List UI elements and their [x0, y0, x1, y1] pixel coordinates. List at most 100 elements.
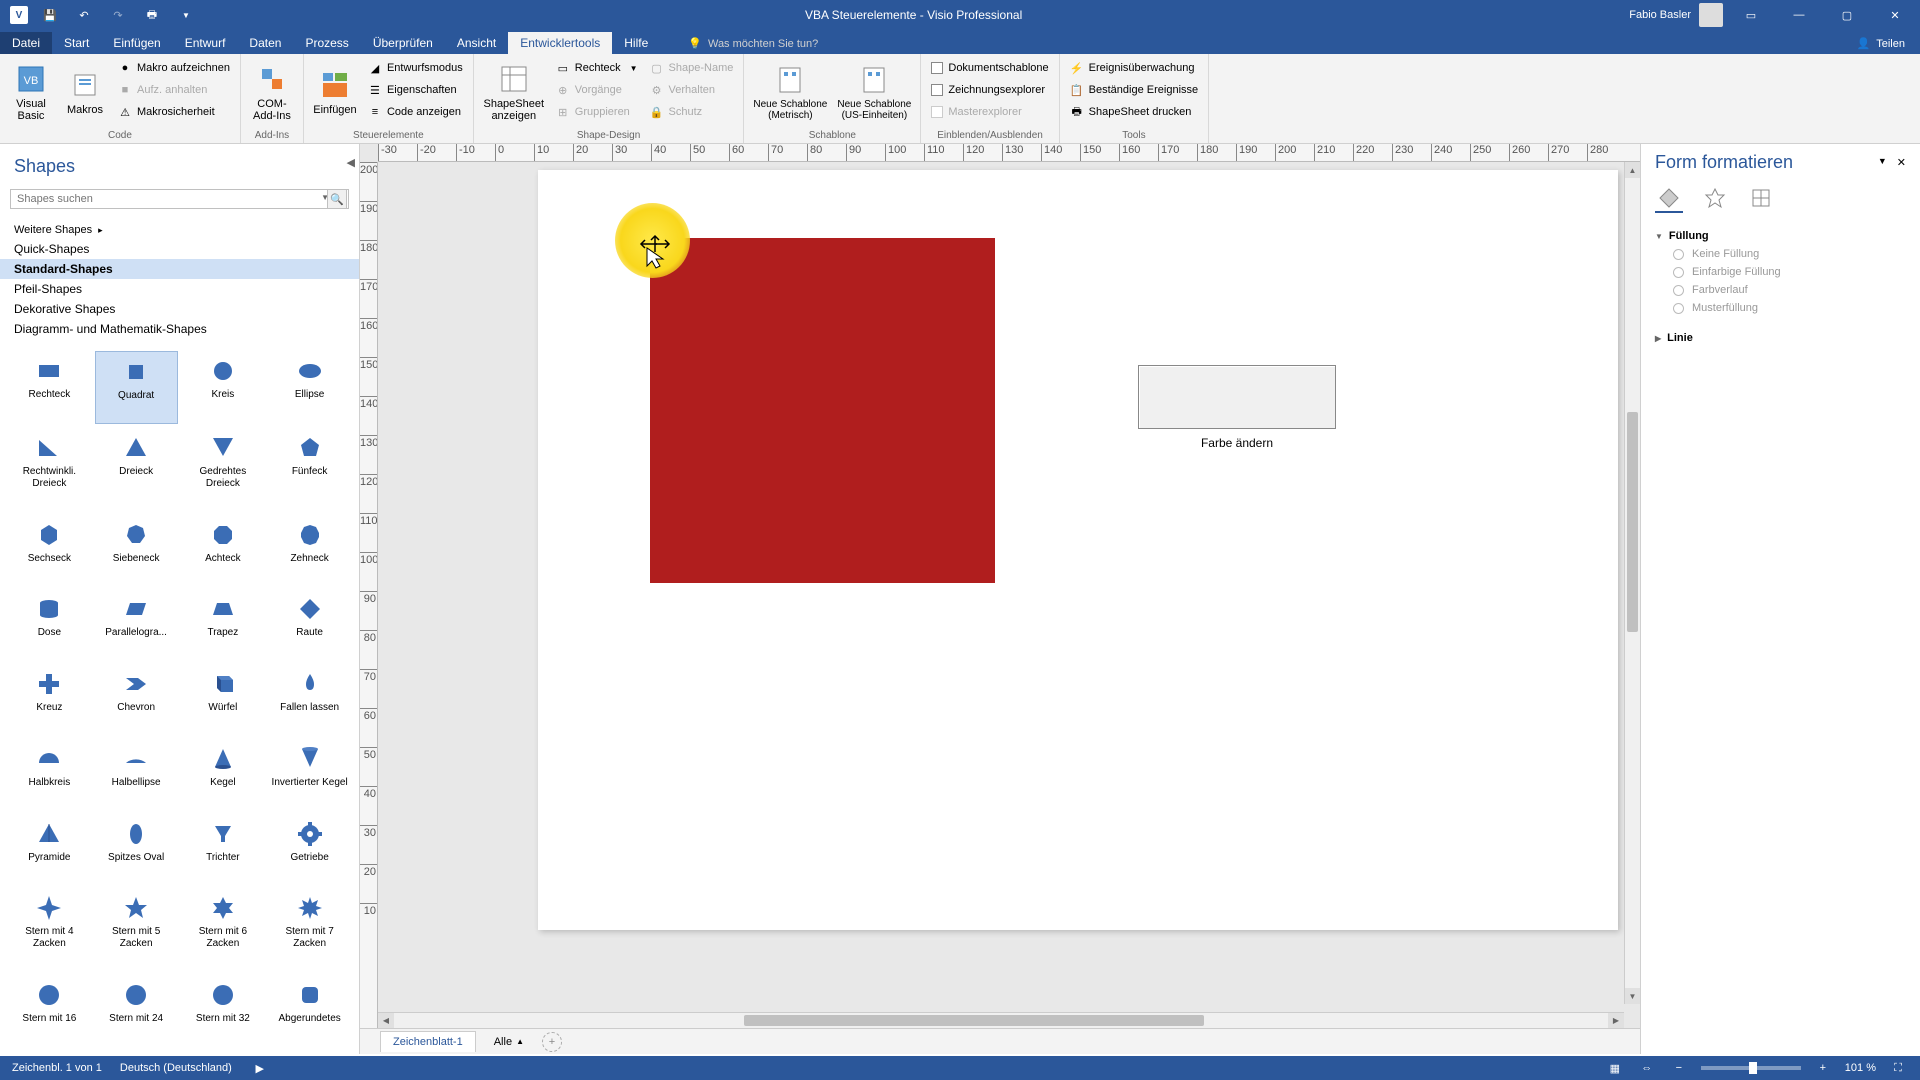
bestandige-button[interactable]: 📋Beständige Ereignisse	[1066, 80, 1202, 100]
horizontal-scrollbar[interactable]: ◀ ▶	[378, 1012, 1624, 1028]
close-button[interactable]: ✕	[1875, 0, 1915, 30]
shape-item-halbkreis[interactable]: Halbkreis	[8, 739, 91, 810]
cat-quick-shapes[interactable]: Quick-Shapes	[0, 239, 359, 259]
user-name[interactable]: Fabio Basler	[1629, 9, 1691, 21]
maximize-button[interactable]: ▢	[1827, 0, 1867, 30]
neue-schablone-metrisch-button[interactable]: Neue Schablone (Metrisch)	[750, 58, 830, 126]
tab-entwicklertools[interactable]: Entwicklertools	[508, 32, 612, 54]
zeichnungsexplorer-check[interactable]: Zeichnungsexplorer	[927, 80, 1052, 100]
shape-item-ellipse[interactable]: Ellipse	[268, 351, 351, 424]
shape-item-achteck[interactable]: Achteck	[182, 515, 265, 586]
vertical-scrollbar[interactable]: ▲ ▼	[1624, 162, 1640, 1004]
shape-item-halbellipse[interactable]: Halbellipse	[95, 739, 178, 810]
ereignis-button[interactable]: ⚡Ereignisüberwachung	[1066, 58, 1202, 78]
shape-item-getriebe[interactable]: Getriebe	[268, 814, 351, 885]
effects-tab[interactable]	[1701, 185, 1729, 213]
tab-entwurf[interactable]: Entwurf	[173, 32, 238, 54]
shape-item-trapez[interactable]: Trapez	[182, 589, 265, 660]
eigenschaften-button[interactable]: ☰Eigenschaften	[364, 80, 467, 100]
shape-item-trichter[interactable]: Trichter	[182, 814, 265, 885]
shape-item-fallen-lassen[interactable]: Fallen lassen	[268, 664, 351, 735]
shape-item-stern-mit-5-zacken[interactable]: Stern mit 5 Zacken	[95, 888, 178, 971]
shape-item-kegel[interactable]: Kegel	[182, 739, 265, 810]
shapesheet-drucken-button[interactable]: 🖶ShapeSheet drucken	[1066, 102, 1202, 122]
scroll-right-button[interactable]: ▶	[1608, 1013, 1624, 1028]
red-square-shape[interactable]	[650, 238, 995, 583]
tab-ueberpruefen[interactable]: Überprüfen	[361, 32, 445, 54]
presentation-mode-button[interactable]: ▦	[1605, 1058, 1625, 1078]
neue-schablone-us-button[interactable]: Neue Schablone (US-Einheiten)	[834, 58, 914, 126]
add-page-button[interactable]: +	[542, 1032, 562, 1052]
tab-hilfe[interactable]: Hilfe	[612, 32, 660, 54]
shape-item-stern-mit-16[interactable]: Stern mit 16	[8, 975, 91, 1046]
shape-item-parallelogra---[interactable]: Parallelogra...	[95, 589, 178, 660]
shape-item-gedrehtes-dreieck[interactable]: Gedrehtes Dreieck	[182, 428, 265, 511]
cat-pfeil-shapes[interactable]: Pfeil-Shapes	[0, 279, 359, 299]
user-avatar[interactable]	[1699, 3, 1723, 27]
macro-record-status[interactable]: ▶	[250, 1058, 270, 1078]
tell-me-search[interactable]: 💡 Was möchten Sie tun?	[680, 33, 826, 54]
cat-dekorative-shapes[interactable]: Dekorative Shapes	[0, 299, 359, 319]
shape-item-dose[interactable]: Dose	[8, 589, 91, 660]
collapse-panel-button[interactable]: ◀	[347, 156, 355, 169]
drawing-canvas[interactable]: Farbe ändern ▲ ▼	[378, 162, 1640, 1028]
shape-item-invertierter-kegel[interactable]: Invertierter Kegel	[268, 739, 351, 810]
page-tab-1[interactable]: Zeichenblatt-1	[380, 1031, 476, 1052]
scroll-left-button[interactable]: ◀	[378, 1013, 394, 1028]
scroll-up-button[interactable]: ▲	[1625, 162, 1640, 178]
shape-item-siebeneck[interactable]: Siebeneck	[95, 515, 178, 586]
makrosicherheit-button[interactable]: ⚠Makrosicherheit	[114, 102, 234, 122]
zoom-level[interactable]: 101 %	[1845, 1062, 1876, 1074]
tab-datei[interactable]: Datei	[0, 32, 52, 54]
redo-button[interactable]: ↷	[106, 3, 130, 27]
shape-item-spitzes-oval[interactable]: Spitzes Oval	[95, 814, 178, 885]
shape-item-kreuz[interactable]: Kreuz	[8, 664, 91, 735]
cat-weitere-shapes[interactable]: Weitere Shapes▸	[0, 221, 359, 239]
zoom-in-button[interactable]: +	[1813, 1058, 1833, 1078]
line-section-header[interactable]: ▶Linie	[1655, 329, 1906, 347]
shape-item-stern-mit-4-zacken[interactable]: Stern mit 4 Zacken	[8, 888, 91, 971]
cat-standard-shapes[interactable]: Standard-Shapes	[0, 259, 359, 279]
shape-item-chevron[interactable]: Chevron	[95, 664, 178, 735]
shape-item-stern-mit-6-zacken[interactable]: Stern mit 6 Zacken	[182, 888, 265, 971]
scroll-down-button[interactable]: ▼	[1625, 988, 1640, 1004]
qat-dropdown[interactable]: ▼	[174, 3, 198, 27]
language-status[interactable]: Deutsch (Deutschland)	[120, 1062, 232, 1074]
shapesheet-anzeigen-button[interactable]: ShapeSheet anzeigen	[480, 58, 548, 126]
makro-aufzeichnen-button[interactable]: ●Makro aufzeichnen	[114, 58, 234, 78]
shape-item-f-nfeck[interactable]: Fünfeck	[268, 428, 351, 511]
einfuegen-button[interactable]: Einfügen	[310, 58, 360, 126]
page-width-button[interactable]: ⇔	[1637, 1058, 1657, 1078]
format-dropdown-button[interactable]: ▼	[1878, 156, 1887, 169]
code-anzeigen-button[interactable]: ≡Code anzeigen	[364, 102, 467, 122]
zoom-slider[interactable]	[1701, 1066, 1801, 1070]
tab-ansicht[interactable]: Ansicht	[445, 32, 508, 54]
zoom-out-button[interactable]: −	[1669, 1058, 1689, 1078]
shape-item-w-rfel[interactable]: Würfel	[182, 664, 265, 735]
tab-prozess[interactable]: Prozess	[293, 32, 360, 54]
shape-item-abgerundetes[interactable]: Abgerundetes	[268, 975, 351, 1046]
shape-item-rechteck[interactable]: Rechteck	[8, 351, 91, 424]
shape-item-stern-mit-32[interactable]: Stern mit 32	[182, 975, 265, 1046]
shape-item-kreis[interactable]: Kreis	[182, 351, 265, 424]
size-tab[interactable]	[1747, 185, 1775, 213]
shape-item-dreieck[interactable]: Dreieck	[95, 428, 178, 511]
drawing-page[interactable]: Farbe ändern	[538, 170, 1618, 930]
shape-item-zehneck[interactable]: Zehneck	[268, 515, 351, 586]
vba-command-button[interactable]	[1138, 365, 1336, 429]
fill-line-tab[interactable]	[1655, 185, 1683, 213]
minimize-button[interactable]: —	[1779, 0, 1819, 30]
shape-item-raute[interactable]: Raute	[268, 589, 351, 660]
shape-item-pyramide[interactable]: Pyramide	[8, 814, 91, 885]
format-close-button[interactable]: ✕	[1897, 156, 1906, 169]
makros-button[interactable]: Makros	[60, 58, 110, 126]
search-button[interactable]: 🔍	[327, 189, 347, 209]
save-button[interactable]: 💾	[38, 3, 62, 27]
hscroll-thumb[interactable]	[744, 1015, 1204, 1026]
dokumentschablone-check[interactable]: Dokumentschablone	[927, 58, 1052, 78]
fill-section-header[interactable]: ▼Füllung	[1655, 227, 1906, 245]
cat-diagramm-shapes[interactable]: Diagramm- und Mathematik-Shapes	[0, 319, 359, 339]
entwurfsmodus-button[interactable]: ◢Entwurfsmodus	[364, 58, 467, 78]
tab-einfuegen[interactable]: Einfügen	[101, 32, 172, 54]
share-button[interactable]: 👤 Teilen	[1842, 33, 1920, 54]
